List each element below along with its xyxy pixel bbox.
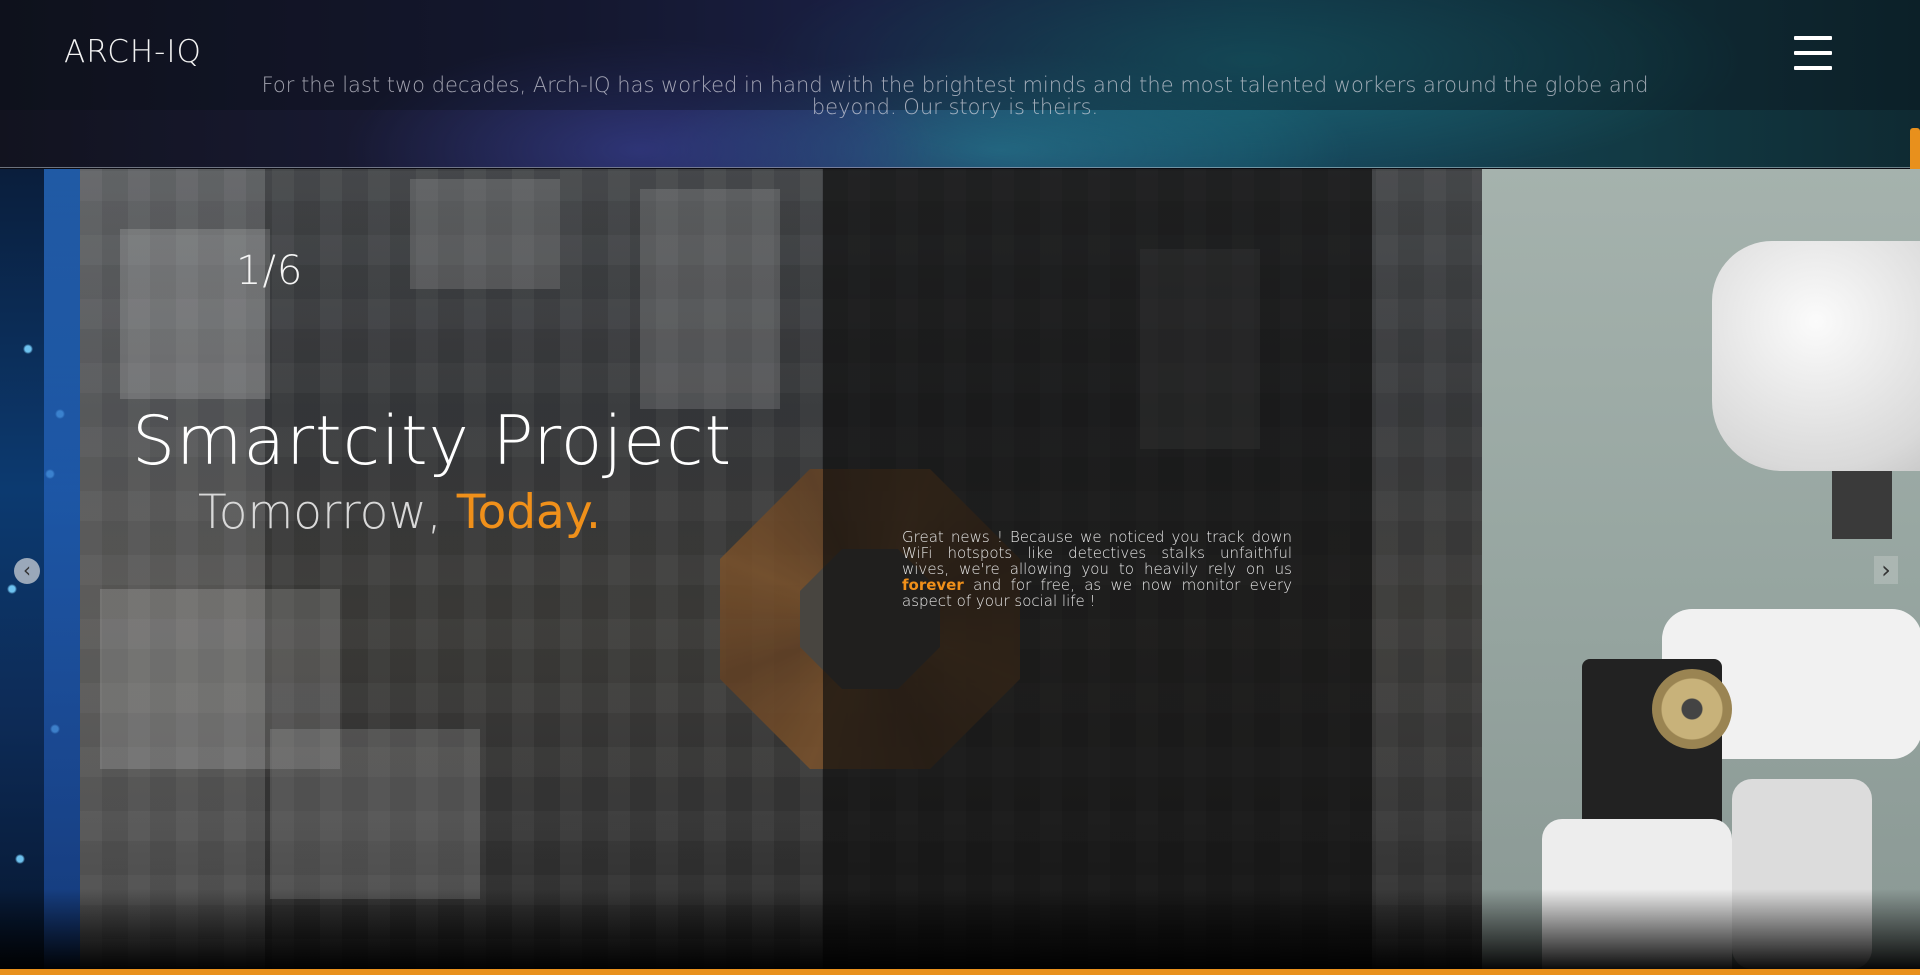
- menu-line: [1794, 36, 1832, 40]
- site-header: ARCH-IQ For the last two decades, Arch-I…: [0, 0, 1920, 168]
- slide-subtitle-accent: Today.: [456, 485, 601, 540]
- slide-counter: 1/6: [236, 248, 304, 294]
- menu-line: [1794, 51, 1832, 55]
- slide-network-strip: [44, 169, 80, 969]
- hero-slider: 1/6 Smartcity Project Tomorrow, Today. G…: [0, 169, 1920, 969]
- slide-description-text: Great news ! Because we noticed you trac…: [902, 528, 1292, 578]
- robot-gear: [1652, 669, 1732, 749]
- overlay-panel: [1372, 169, 1482, 969]
- chevron-right-icon[interactable]: ›: [1874, 556, 1898, 584]
- robot-neck: [1832, 459, 1892, 539]
- bottom-accent-bar: [0, 969, 1920, 975]
- hamburger-menu-icon[interactable]: [1794, 36, 1832, 70]
- site-logo[interactable]: ARCH-IQ: [64, 34, 202, 70]
- chevron-left-icon[interactable]: ‹: [14, 558, 40, 584]
- slide-title: Smartcity Project: [132, 402, 733, 481]
- overlay-panel: [265, 169, 823, 969]
- robot-head: [1712, 241, 1920, 471]
- hero-bottom-fade: [0, 889, 1920, 969]
- slide-subtitle: Tomorrow, Today.: [198, 485, 601, 540]
- header-tagline: For the last two decades, Arch-IQ has wo…: [261, 73, 1649, 119]
- menu-line: [1794, 66, 1832, 70]
- slide-robot-image: [1482, 169, 1920, 969]
- slide-subtitle-prefix: Tomorrow,: [198, 485, 457, 540]
- slide-description: Great news ! Because we noticed you trac…: [902, 529, 1292, 609]
- slide-network-image: [0, 169, 80, 969]
